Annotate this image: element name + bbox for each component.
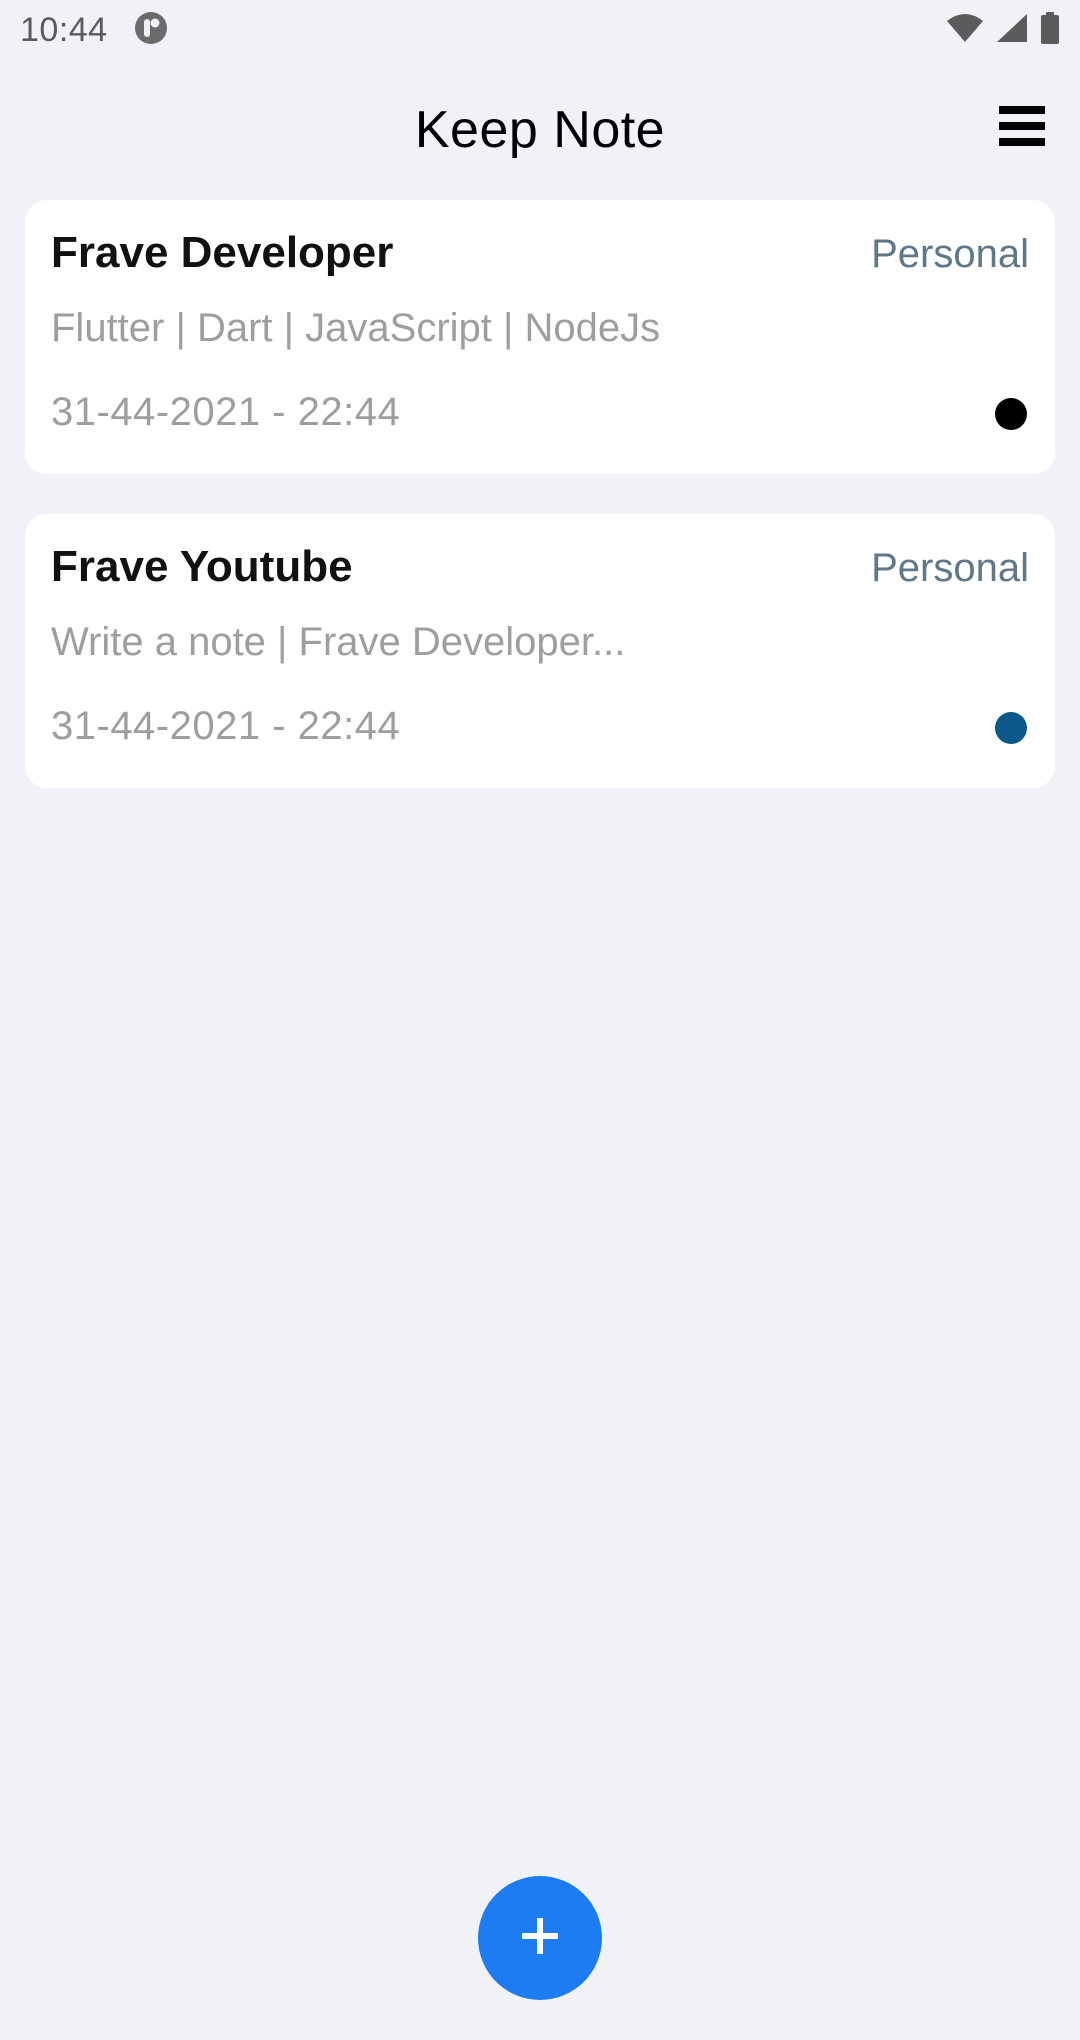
menu-button[interactable]: [998, 104, 1046, 152]
note-title: Frave Developer: [51, 228, 394, 277]
menu-icon: [999, 105, 1045, 151]
wifi-icon: [946, 13, 984, 48]
note-card-frave-developer[interactable]: Frave Developer Personal Flutter | Dart …: [25, 200, 1055, 474]
note-category: Personal: [871, 546, 1029, 590]
status-right: [946, 11, 1060, 49]
note-category: Personal: [871, 232, 1029, 276]
app-bar: Keep Note: [0, 60, 1080, 200]
note-title: Frave Youtube: [51, 542, 353, 591]
note-body: Write a note | Frave Developer...: [51, 620, 626, 664]
notification-app-icon: [134, 11, 168, 50]
note-card-frave-youtube[interactable]: Frave Youtube Personal Write a note | Fr…: [25, 514, 1055, 788]
battery-icon: [1040, 11, 1060, 49]
status-bar: 10:44: [0, 0, 1080, 60]
add-note-button[interactable]: [478, 1876, 602, 2000]
note-color-dot: [995, 398, 1027, 430]
status-left: 10:44: [20, 11, 168, 50]
note-body: Flutter | Dart | JavaScript | NodeJs: [51, 306, 661, 350]
page-title: Keep Note: [414, 101, 666, 159]
note-color-dot: [995, 712, 1027, 744]
note-date: 31-44-2021 - 22:44: [51, 704, 401, 748]
signal-icon: [996, 13, 1028, 48]
plus-icon: [520, 1916, 560, 1961]
status-time: 10:44: [20, 10, 108, 49]
notes-list: Frave Developer Personal Flutter | Dart …: [25, 200, 1055, 828]
note-date: 31-44-2021 - 22:44: [51, 390, 401, 434]
